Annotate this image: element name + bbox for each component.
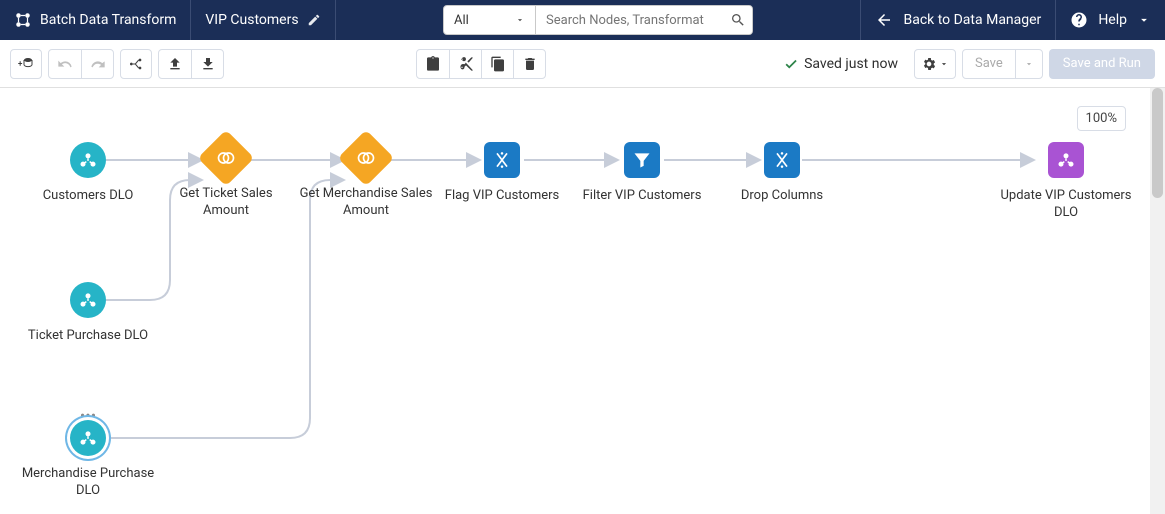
search-icon[interactable] [730, 12, 746, 28]
node-ticket-purchase-dlo[interactable]: Ticket Purchase DLO [18, 282, 158, 345]
copy-button[interactable] [481, 50, 513, 78]
layout-button[interactable] [120, 49, 152, 79]
help-button[interactable]: Help [1056, 0, 1165, 40]
vertical-scrollbar[interactable] [1150, 88, 1165, 514]
undo-icon [57, 56, 73, 72]
clipboard-icon [425, 56, 441, 72]
save-and-run-button[interactable]: Save and Run [1049, 49, 1155, 79]
node-customers-dlo[interactable]: Customers DLO [18, 142, 158, 205]
back-button[interactable]: Back to Data Manager [861, 0, 1056, 40]
zoom-level[interactable]: 100% [1077, 106, 1126, 131]
chevron-down-icon [1137, 13, 1151, 27]
check-icon [784, 57, 798, 71]
download-icon [200, 56, 216, 72]
save-status: Saved just now [784, 56, 898, 72]
gear-icon [921, 56, 937, 72]
add-source-button[interactable]: + [10, 49, 42, 79]
source-icon [78, 150, 98, 170]
node-filter-vip[interactable]: Filter VIP Customers [572, 142, 712, 205]
cut-button[interactable] [449, 50, 481, 78]
svg-text:+: + [18, 59, 23, 68]
save-split-button[interactable]: Save [962, 49, 1043, 79]
transform-name[interactable]: VIP Customers [191, 0, 335, 40]
transform-icon [14, 11, 32, 29]
database-plus-icon: + [18, 56, 34, 72]
transform-icon [772, 150, 792, 170]
node-get-merch-sales[interactable]: Get Merchandise Sales Amount [296, 140, 436, 220]
node-flag-vip[interactable]: Flag VIP Customers [432, 142, 572, 205]
node-get-ticket-sales[interactable]: Get Ticket Sales Amount [156, 140, 296, 220]
caret-down-icon [515, 15, 525, 25]
delete-button[interactable] [513, 50, 545, 78]
trash-icon [522, 56, 538, 72]
search-input[interactable] [536, 6, 752, 34]
undo-button[interactable] [49, 50, 81, 78]
source-icon [78, 428, 98, 448]
node-merch-purchase-dlo[interactable]: ••• Merchandise Purchase DLO [18, 420, 158, 500]
filter-icon [632, 150, 652, 170]
node-update-vip-output[interactable]: Update VIP Customers DLO [996, 142, 1136, 222]
arrow-left-icon [875, 11, 893, 29]
clipboard-button[interactable] [417, 50, 449, 78]
formula-icon [492, 150, 512, 170]
caret-down-icon [939, 56, 949, 72]
help-icon [1070, 11, 1088, 29]
node-drop-columns[interactable]: Drop Columns [712, 142, 852, 205]
join-icon [356, 148, 376, 168]
search-filter-dropdown[interactable]: All [444, 6, 536, 34]
copy-icon [490, 56, 506, 72]
import-button[interactable] [191, 50, 223, 78]
output-icon [1056, 150, 1076, 170]
join-icon [216, 148, 236, 168]
caret-down-icon [1024, 59, 1034, 69]
layout-icon [128, 56, 144, 72]
redo-icon [90, 56, 106, 72]
app-title: Batch Data Transform [0, 0, 191, 40]
upload-icon [167, 56, 183, 72]
cut-icon [458, 56, 474, 72]
edit-icon[interactable] [307, 13, 321, 27]
redo-button[interactable] [81, 50, 113, 78]
settings-button[interactable] [914, 49, 956, 79]
source-icon [78, 290, 98, 310]
export-button[interactable] [159, 50, 191, 78]
